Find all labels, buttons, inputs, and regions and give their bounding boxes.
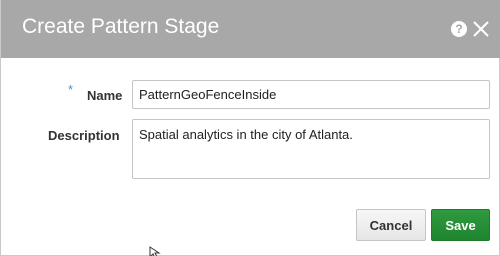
required-indicator: * [68,82,74,97]
dialog-title: Create Pattern Stage [22,15,220,38]
name-label: Name [87,88,123,103]
dialog-titlebar: Create Pattern Stage ? [1,0,500,58]
close-icon[interactable] [471,19,491,39]
create-pattern-stage-dialog: Create Pattern Stage ? * Name Descriptio… [0,0,500,256]
name-input[interactable] [132,80,490,109]
description-label: Description [48,128,120,143]
cancel-button[interactable]: Cancel [356,209,426,241]
mouse-pointer-icon [149,246,161,256]
save-button[interactable]: Save [431,209,490,241]
description-textarea[interactable]: Spatial analytics in the city of Atlanta… [132,119,490,179]
help-icon[interactable]: ? [451,21,467,37]
